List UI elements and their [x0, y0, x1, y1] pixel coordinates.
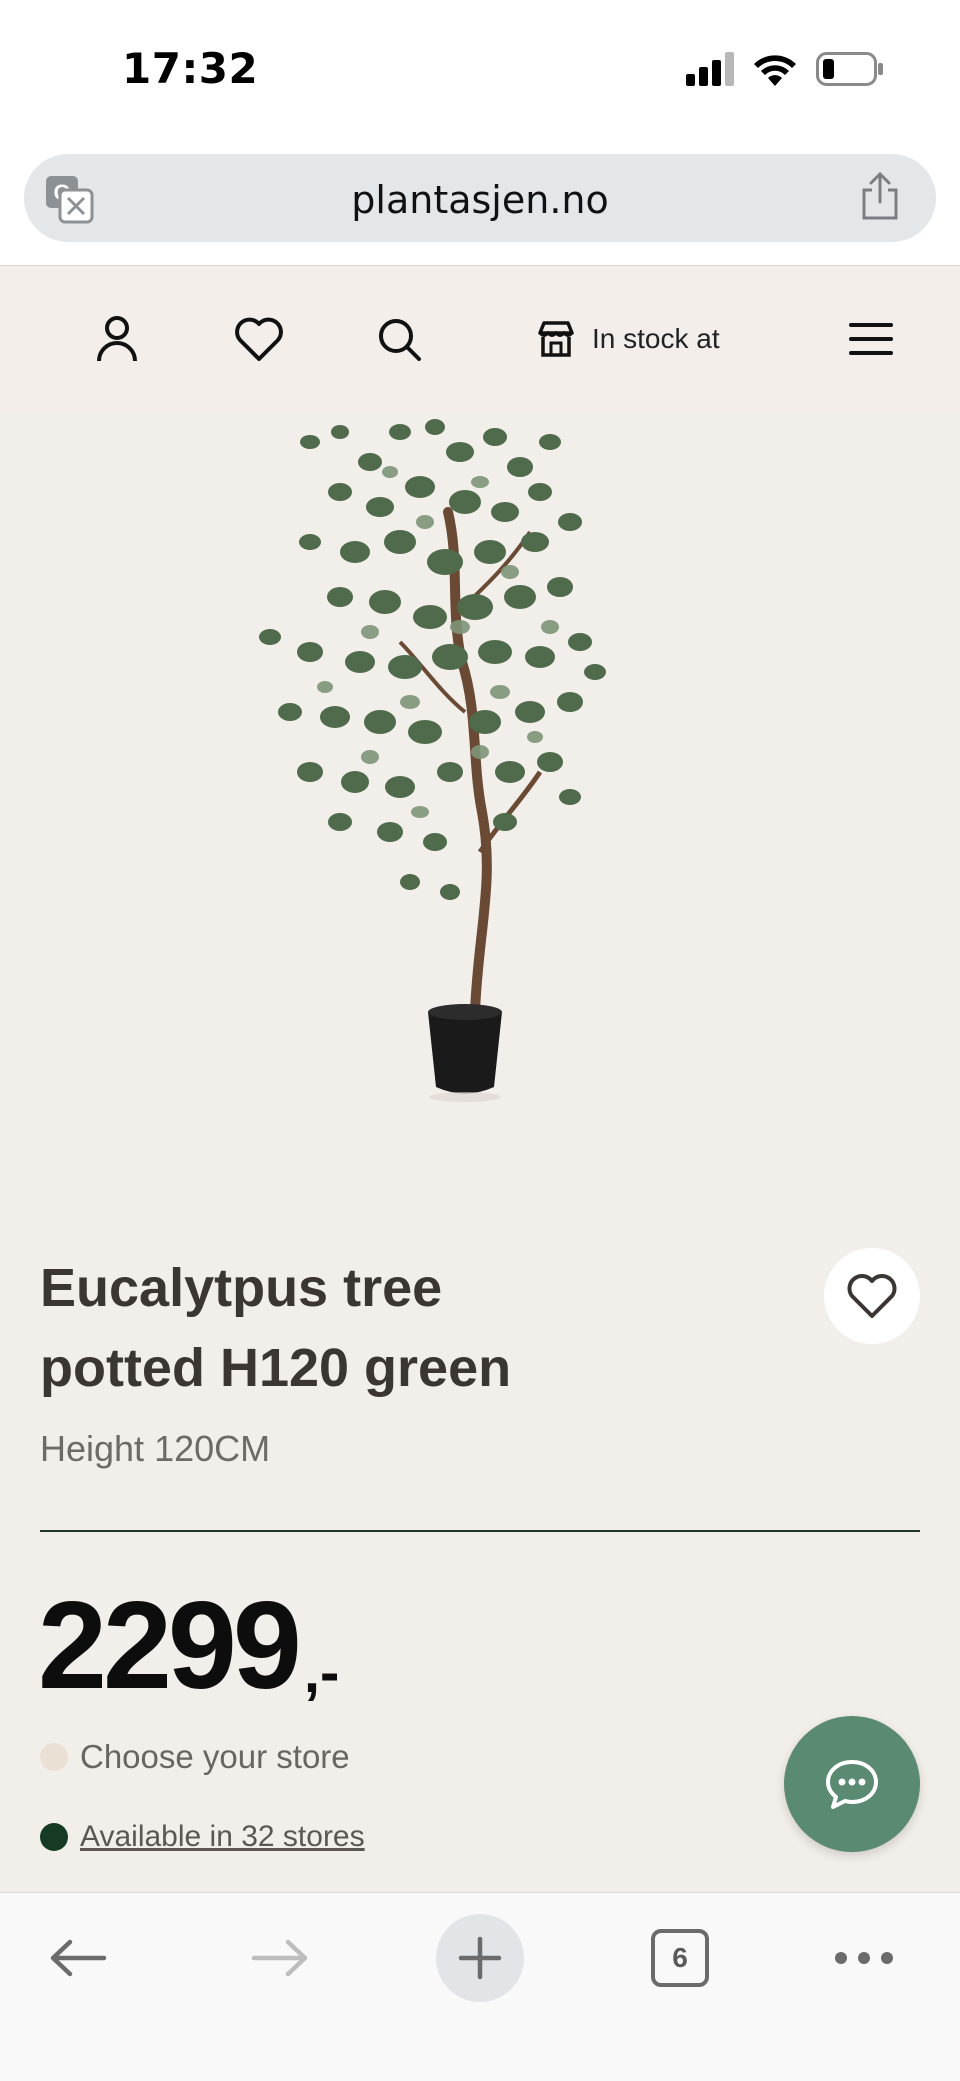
store-status-dot — [40, 1743, 68, 1771]
back-button[interactable] — [36, 1913, 120, 2003]
product-title: Eucalytpus tree potted H120 green — [40, 1248, 800, 1408]
search-icon — [379, 319, 421, 361]
chat-button[interactable] — [784, 1716, 920, 1852]
menu-icon — [849, 323, 893, 355]
choose-store-text[interactable]: Choose your store — [80, 1738, 350, 1776]
chat-icon — [826, 1760, 878, 1809]
more-icon — [835, 1952, 893, 1964]
account-button[interactable] — [80, 302, 154, 376]
site-header: In stock at — [0, 266, 960, 412]
availability-row[interactable]: Available in 32 stores — [40, 1820, 365, 1854]
more-button[interactable] — [832, 1913, 896, 2003]
price-amount: 2299 — [38, 1577, 302, 1715]
choose-store-row[interactable]: Choose your store — [40, 1738, 350, 1776]
search-button[interactable] — [362, 302, 436, 376]
forward-arrow-icon — [251, 1939, 308, 1977]
tabs-icon: 6 — [651, 1929, 709, 1987]
product-image[interactable] — [250, 412, 710, 1112]
in-stock-at-button[interactable]: In stock at — [536, 302, 736, 376]
price-suffix: ,- — [303, 1640, 340, 1705]
tabs-button[interactable]: 6 — [648, 1913, 712, 2003]
divider — [40, 1530, 920, 1532]
status-icons — [686, 52, 884, 86]
new-tab-circle — [436, 1914, 524, 2002]
new-tab-plus-icon — [458, 1936, 502, 1980]
address-bar[interactable]: G plantasjen.no — [24, 154, 936, 242]
cellular-signal-icon — [686, 52, 734, 86]
status-bar: 17:32 — [0, 0, 960, 140]
share-icon[interactable] — [858, 172, 902, 222]
product-title-line-2: potted H120 green — [40, 1338, 512, 1398]
heart-icon — [847, 1274, 897, 1318]
favorites-button[interactable] — [222, 302, 296, 376]
in-stock-label: In stock at — [592, 323, 720, 354]
battery-icon — [816, 52, 883, 86]
status-time: 17:32 — [122, 44, 259, 93]
add-to-favorites-button[interactable] — [824, 1248, 920, 1344]
menu-button[interactable] — [834, 302, 908, 376]
address-url[interactable]: plantasjen.no — [24, 178, 936, 222]
price: 2299 ,- — [38, 1584, 339, 1708]
account-icon — [97, 316, 137, 362]
product-page: Eucalytpus tree potted H120 green Height… — [0, 412, 960, 1892]
browser-toolbar: 6 — [0, 1892, 960, 2081]
wifi-icon — [754, 55, 796, 86]
browser-address-area: G plantasjen.no — [0, 140, 960, 266]
store-icon — [538, 321, 574, 357]
product-title-line-1: Eucalytpus tree — [40, 1258, 443, 1318]
forward-button[interactable] — [238, 1913, 322, 2003]
back-arrow-icon — [50, 1939, 107, 1977]
available-stores-link[interactable]: Available in 32 stores — [80, 1820, 365, 1854]
new-tab-button[interactable] — [436, 1913, 524, 2003]
product-height: Height 120CM — [40, 1428, 271, 1469]
favorites-heart-icon — [235, 317, 283, 361]
availability-dot — [40, 1823, 68, 1851]
